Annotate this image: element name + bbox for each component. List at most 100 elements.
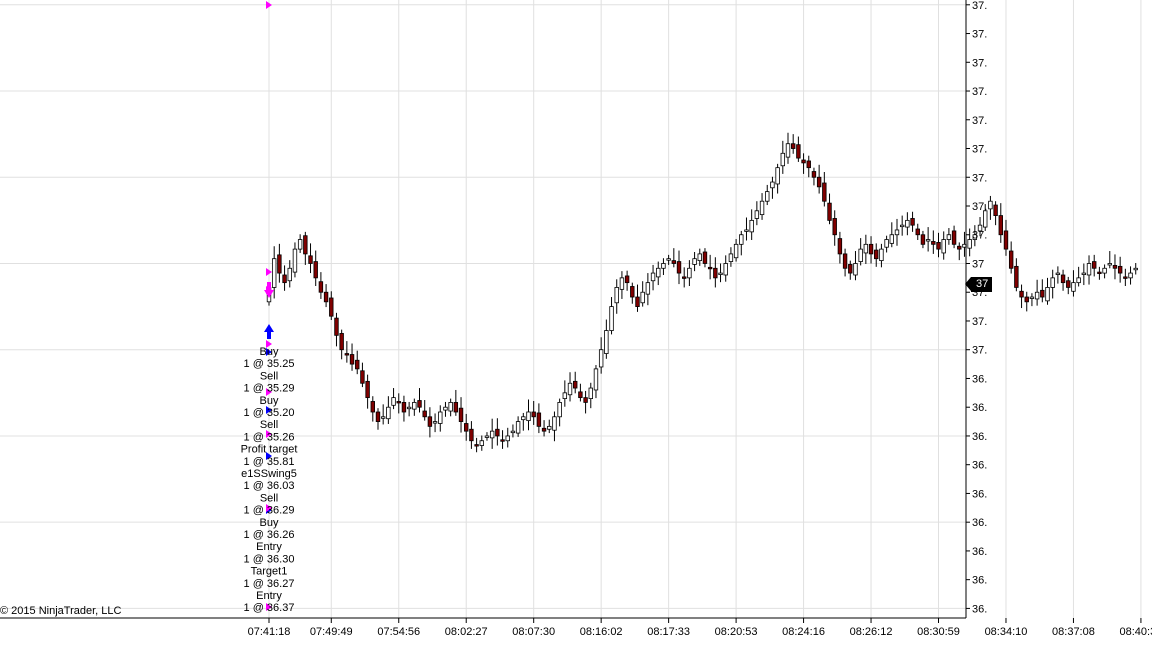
candle-body (297, 239, 303, 250)
candle-body (988, 200, 993, 210)
candle-body (619, 277, 625, 290)
trade-annotation-label: Entry (256, 541, 282, 553)
candle-body (401, 402, 407, 413)
time-tick-label: 08:07:30 (512, 626, 555, 638)
candle-body (562, 392, 568, 399)
trade-annotation-label: Sell (260, 492, 278, 504)
candle-body (1086, 263, 1092, 276)
candle-body (1071, 282, 1076, 292)
candle-body (349, 354, 355, 365)
candle-body (598, 349, 604, 368)
candle-body (422, 410, 427, 418)
candle-body (484, 435, 490, 438)
candle-body (682, 276, 687, 279)
candle-body (842, 253, 848, 269)
trade-annotation-label: Target1 (251, 566, 288, 578)
candle-body (1024, 296, 1029, 303)
candle-body (1112, 265, 1118, 269)
candle-body (1081, 272, 1087, 275)
price-tick-label: 37. (972, 345, 987, 357)
candle-body (1128, 272, 1133, 279)
price-tick-label: 36. (972, 546, 987, 558)
price-tick-label: 37. (972, 115, 987, 127)
candle-body (759, 200, 765, 216)
candle-body (832, 218, 837, 236)
candle-body (1050, 277, 1055, 288)
candle-body (879, 248, 884, 262)
price-tick-label: 37 (972, 258, 984, 270)
time-tick-label: 08:30:59 (917, 626, 960, 638)
candle-body (754, 210, 760, 219)
candle-body (1019, 290, 1024, 298)
price-axis: 37.37.37.37.37.37.37.37.37.3737.37.37.36… (966, 0, 987, 615)
candle-body (526, 411, 531, 422)
price-tick-label: 36. (972, 431, 987, 443)
candle-body (531, 411, 536, 418)
time-axis: 07:41:18 07:49:49 07:54:56 08:02:27 08:07:30… (248, 618, 1152, 638)
candle-body (723, 263, 728, 276)
candle-body (1055, 272, 1061, 275)
candle-body (889, 234, 894, 244)
candle-body (495, 428, 500, 437)
candle-body (510, 430, 516, 434)
trade-annotation-label: 1 @ 35.81 (244, 456, 295, 468)
candle-body (1014, 265, 1019, 288)
candle-body (448, 402, 453, 412)
candle-body (910, 218, 915, 226)
candle-body (894, 229, 900, 236)
trade-annotation-label: Entry (256, 590, 282, 602)
candle-body (801, 159, 806, 164)
candle-body (1123, 276, 1128, 279)
candle-body (775, 167, 780, 185)
candle-body (427, 416, 433, 427)
candle-body (406, 406, 412, 410)
candle-body (790, 143, 796, 149)
candle-body (308, 255, 313, 264)
price-tick-label: 37. (972, 0, 987, 12)
price-tick-label: 36. (972, 460, 987, 472)
trade-annotation-label: Buy (260, 517, 279, 529)
candle-body (292, 248, 298, 273)
candle-body (458, 407, 464, 422)
candle-body (287, 267, 292, 282)
candle-body (1076, 277, 1081, 284)
candle-body (983, 210, 988, 228)
candle-body (925, 239, 931, 242)
candle-body (334, 317, 339, 336)
trade-annotation-label: 1 @ 36.37 (244, 602, 295, 614)
price-tick-label: 36. (972, 603, 987, 615)
candle-body (1102, 267, 1107, 274)
candle-body (998, 215, 1003, 236)
candle-body (438, 411, 443, 424)
price-tick-label: 37. (972, 144, 987, 156)
candle-body (443, 406, 448, 411)
candle-body (536, 412, 542, 427)
candle-body (375, 411, 381, 422)
candle-body (380, 416, 386, 419)
candle-body (993, 204, 998, 216)
candle-body (355, 359, 360, 370)
candle-body (329, 297, 334, 317)
candle-body (796, 144, 801, 159)
candle-body (635, 296, 640, 308)
candle-body (915, 228, 920, 236)
candle-body (837, 238, 843, 255)
candle-body (1092, 261, 1097, 269)
trade-annotation-label: 1 @ 35.26 (244, 431, 295, 443)
chart-grid (0, 0, 1142, 618)
trade-annotation-label: Sell (260, 419, 278, 431)
candle-body (573, 380, 578, 389)
candle-body (692, 258, 697, 265)
candle-body (1060, 274, 1066, 284)
candle-body (822, 182, 827, 202)
candle-body (1040, 289, 1045, 298)
candle-body (323, 291, 329, 303)
price-tick-label: 37. (972, 172, 987, 184)
candle-body (936, 242, 941, 250)
price-tick-label: 36. (972, 517, 987, 529)
candle-body (318, 281, 324, 293)
candle-body (733, 243, 739, 259)
candle-body (951, 230, 957, 245)
time-tick-label: 08:37:08 (1052, 626, 1095, 638)
trade-annotation-label: 1 @ 35.20 (244, 407, 295, 419)
